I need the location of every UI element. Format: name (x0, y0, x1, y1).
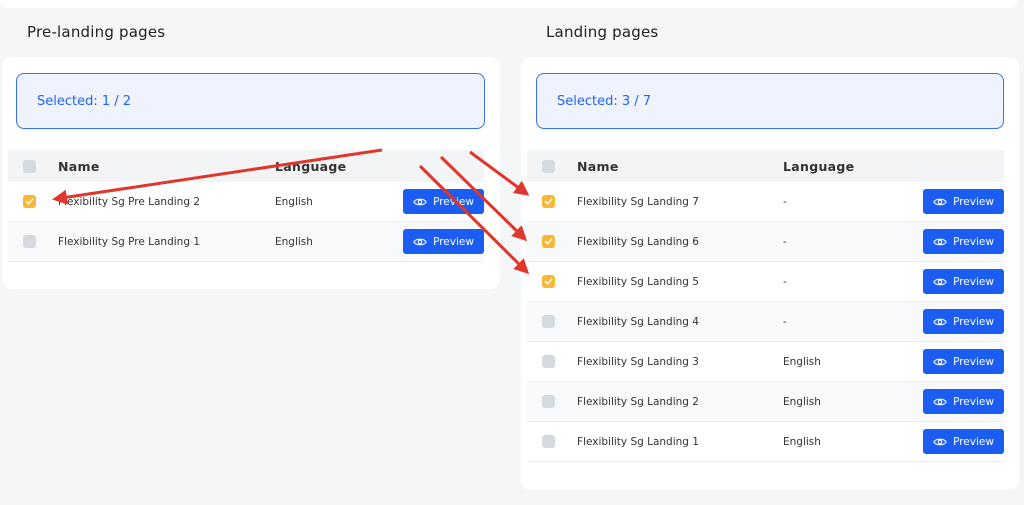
row-name: Flexibility Sg Landing 7 (577, 195, 699, 208)
eye-icon (933, 238, 947, 245)
pre-landing-card: Selected: 1 / 2 Name Language Flexibilit… (2, 57, 500, 289)
row-language: - (783, 195, 787, 208)
name-column-header: Name (577, 158, 619, 174)
select-all-checkbox[interactable] (541, 159, 555, 173)
preview-button-label: Preview (953, 195, 994, 208)
preview-button[interactable]: Preview (923, 309, 1004, 334)
table-row: Flexibility Sg Pre Landing 1 English Previ… (8, 222, 484, 262)
preview-button[interactable]: Preview (923, 189, 1004, 214)
table-row: Flexibility Sg Landing 4 - Preview (527, 302, 1004, 342)
language-column-header: Language (783, 158, 855, 174)
checkmark-icon (25, 198, 33, 205)
preview-button[interactable]: Preview (923, 429, 1004, 454)
eye-icon (413, 238, 427, 245)
landing-selected-text: Selected: 3 / 7 (557, 93, 652, 109)
pre-landing-selected-box: Selected: 1 / 2 (16, 73, 485, 129)
preview-button-label: Preview (953, 315, 994, 328)
pre-landing-title: Pre-landing pages (27, 23, 166, 41)
row-language: English (783, 355, 821, 368)
language-column-header: Language (275, 158, 347, 174)
checkmark-icon (544, 278, 552, 285)
preview-button-label: Preview (953, 395, 994, 408)
pre-landing-table: Name Language Flexibility Sg Pre Landing… (8, 150, 484, 262)
eye-icon (933, 438, 947, 445)
row-language: - (783, 275, 787, 288)
checkmark-icon (544, 198, 552, 205)
row-checkbox[interactable] (22, 195, 36, 208)
row-checkbox[interactable] (541, 395, 555, 408)
row-checkbox[interactable] (22, 235, 36, 248)
preview-button-label: Preview (953, 355, 994, 368)
row-language: - (783, 235, 787, 248)
row-name: Flexibility Sg Landing 2 (577, 395, 699, 408)
row-checkbox[interactable] (541, 355, 555, 368)
table-row: Flexibility Sg Landing 6 - Preview (527, 222, 1004, 262)
preview-button-label: Preview (433, 235, 474, 248)
preview-button-label: Preview (953, 435, 994, 448)
preview-button-label: Preview (433, 195, 474, 208)
row-checkbox[interactable] (541, 235, 555, 248)
landing-table-header: Name Language (527, 150, 1004, 182)
row-language: English (275, 235, 313, 248)
preview-button[interactable]: Preview (923, 389, 1004, 414)
checkmark-icon (544, 238, 552, 245)
row-language: English (783, 395, 821, 408)
row-name: Flexibility Sg Landing 6 (577, 235, 699, 248)
pre-landing-table-header: Name Language (8, 150, 484, 182)
landing-selected-box: Selected: 3 / 7 (536, 73, 1004, 129)
row-checkbox[interactable] (541, 195, 555, 208)
row-checkbox[interactable] (541, 435, 555, 448)
preview-button-label: Preview (953, 235, 994, 248)
table-row: Flexibility Sg Landing 3 English Preview (527, 342, 1004, 382)
table-row: Flexibility Sg Landing 5 - Preview (527, 262, 1004, 302)
row-name: Flexibility Sg Pre Landing 2 (58, 195, 201, 208)
table-row: Flexibility Sg Landing 1 English Preview (527, 422, 1004, 462)
landing-table: Name Language Flexibility Sg Landing 7 - P… (527, 150, 1004, 462)
landing-title: Landing pages (546, 23, 659, 41)
row-language: English (783, 435, 821, 448)
eye-icon (933, 278, 947, 285)
preview-button[interactable]: Preview (923, 349, 1004, 374)
row-name: Flexibility Sg Landing 1 (577, 435, 699, 448)
row-checkbox[interactable] (541, 315, 555, 328)
pre-landing-selected-text: Selected: 1 / 2 (37, 93, 132, 109)
row-name: Flexibility Sg Landing 5 (577, 275, 699, 288)
preview-button[interactable]: Preview (923, 269, 1004, 294)
preview-button[interactable]: Preview (403, 189, 484, 214)
preview-button[interactable]: Preview (923, 229, 1004, 254)
table-row: Flexibility Sg Pre Landing 2 English Previ… (8, 182, 484, 222)
table-row: Flexibility Sg Landing 2 English Preview (527, 382, 1004, 422)
row-name: Flexibility Sg Pre Landing 1 (58, 235, 201, 248)
top-strip (0, 0, 1018, 8)
eye-icon (933, 198, 947, 205)
preview-button[interactable]: Preview (403, 229, 484, 254)
landing-card: Selected: 3 / 7 Name Language Flexibilit… (521, 57, 1019, 490)
select-all-checkbox[interactable] (22, 159, 36, 173)
eye-icon (933, 358, 947, 365)
table-row: Flexibility Sg Landing 7 - Preview (527, 182, 1004, 222)
row-language: English (275, 195, 313, 208)
row-name: Flexibility Sg Landing 4 (577, 315, 699, 328)
name-column-header: Name (58, 158, 100, 174)
row-checkbox[interactable] (541, 275, 555, 288)
eye-icon (933, 318, 947, 325)
row-language: - (783, 315, 787, 328)
eye-icon (413, 198, 427, 205)
row-name: Flexibility Sg Landing 3 (577, 355, 699, 368)
preview-button-label: Preview (953, 275, 994, 288)
eye-icon (933, 398, 947, 405)
